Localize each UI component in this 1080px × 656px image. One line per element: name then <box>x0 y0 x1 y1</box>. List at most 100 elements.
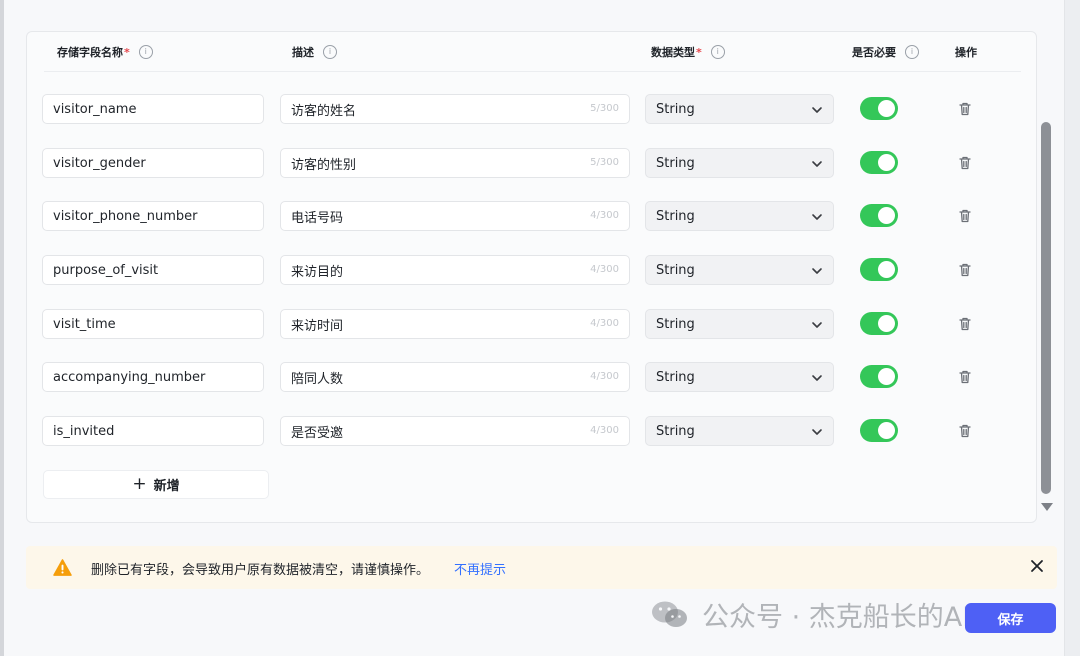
table-row: 5/300 String <box>27 94 1036 126</box>
warning-notice: 删除已有字段，会导致用户原有数据被清空，请谨慎操作。 不再提示 <box>26 546 1057 589</box>
field-name-input[interactable] <box>42 255 264 285</box>
table-header: 存储字段名称 * i 描述 i 数据类型 * i 是否必要 i 操作 <box>27 32 1036 72</box>
fields-table: 存储字段名称 * i 描述 i 数据类型 * i 是否必要 i 操作 visit… <box>26 31 1037 523</box>
header-actions: 操作 <box>955 44 977 60</box>
table-row: 4/300 String <box>27 416 1036 448</box>
table-row: 5/300 String <box>27 148 1036 180</box>
toggle-knob <box>878 368 895 385</box>
chevron-down-icon <box>812 107 822 113</box>
table-row: 4/300 String <box>27 201 1036 233</box>
close-icon[interactable] <box>1030 559 1044 573</box>
description-field: 4/300 <box>280 309 630 339</box>
header-field-name-label: 存储字段名称 <box>57 46 123 59</box>
add-field-label: 新增 <box>153 479 180 494</box>
warning-text: 删除已有字段，会导致用户原有数据被清空，请谨慎操作。 <box>91 563 430 578</box>
data-type-select[interactable]: String <box>645 201 834 231</box>
data-type-value: String <box>656 262 695 278</box>
char-counter: 4/300 <box>590 371 619 382</box>
data-type-select[interactable]: String <box>645 148 834 178</box>
scroll-down-arrow-icon[interactable] <box>1041 503 1053 511</box>
chevron-down-icon <box>812 375 822 381</box>
char-counter: 4/300 <box>590 425 619 436</box>
char-counter: 4/300 <box>590 264 619 275</box>
add-field-button[interactable]: + 新增 <box>43 470 269 499</box>
description-field: 4/300 <box>280 362 630 392</box>
warning-icon <box>53 559 72 576</box>
field-name-input[interactable] <box>42 309 264 339</box>
info-icon[interactable]: i <box>138 45 153 59</box>
description-input[interactable] <box>281 149 591 177</box>
chevron-down-icon <box>812 322 822 328</box>
field-name-input[interactable] <box>42 416 264 446</box>
data-type-value: String <box>656 316 695 332</box>
field-name-input[interactable] <box>42 148 264 178</box>
trash-icon[interactable] <box>957 101 973 117</box>
plus-icon: + <box>132 473 147 494</box>
required-toggle[interactable] <box>860 204 898 227</box>
watermark: 公众号 · 杰克船长的AIGC <box>650 597 1010 633</box>
field-name-input[interactable] <box>42 201 264 231</box>
chevron-down-icon <box>812 268 822 274</box>
field-name-input[interactable] <box>42 362 264 392</box>
data-type-select[interactable]: String <box>645 416 834 446</box>
toggle-knob <box>878 100 895 117</box>
header-field-name: 存储字段名称 * i <box>57 44 153 60</box>
description-field: 4/300 <box>280 416 630 446</box>
save-button[interactable]: 保存 <box>965 603 1056 633</box>
header-description-label: 描述 <box>292 46 314 59</box>
chevron-down-icon <box>812 214 822 220</box>
description-field: 5/300 <box>280 94 630 124</box>
info-icon[interactable]: i <box>710 45 725 59</box>
toggle-knob <box>878 315 895 332</box>
char-counter: 5/300 <box>590 103 619 114</box>
description-input[interactable] <box>281 310 591 338</box>
description-field: 5/300 <box>280 148 630 178</box>
data-type-select[interactable]: String <box>645 309 834 339</box>
chevron-down-icon <box>812 429 822 435</box>
trash-icon[interactable] <box>957 423 973 439</box>
description-field: 4/300 <box>280 201 630 231</box>
char-counter: 4/300 <box>590 210 619 221</box>
header-description: 描述 i <box>292 44 337 60</box>
trash-icon[interactable] <box>957 369 973 385</box>
info-icon[interactable]: i <box>323 45 337 59</box>
description-input[interactable] <box>281 95 591 123</box>
trash-icon[interactable] <box>957 155 973 171</box>
required-toggle[interactable] <box>860 419 898 442</box>
required-asterisk: * <box>124 45 130 59</box>
data-type-value: String <box>656 369 695 385</box>
description-input[interactable] <box>281 256 591 284</box>
header-divider <box>44 71 1021 72</box>
header-actions-label: 操作 <box>955 46 977 59</box>
required-toggle[interactable] <box>860 97 898 120</box>
toggle-knob <box>878 422 895 439</box>
header-required: 是否必要 i <box>852 44 919 60</box>
data-type-select[interactable]: String <box>645 94 834 124</box>
info-icon[interactable]: i <box>905 45 919 59</box>
table-row: 4/300 String <box>27 255 1036 287</box>
description-input[interactable] <box>281 417 591 445</box>
trash-icon[interactable] <box>957 262 973 278</box>
char-counter: 5/300 <box>590 157 619 168</box>
description-field: 4/300 <box>280 255 630 285</box>
data-type-value: String <box>656 101 695 117</box>
toggle-knob <box>878 154 895 171</box>
header-data-type-label: 数据类型 <box>651 46 695 59</box>
field-name-input[interactable] <box>42 94 264 124</box>
required-toggle[interactable] <box>860 258 898 281</box>
trash-icon[interactable] <box>957 208 973 224</box>
required-toggle[interactable] <box>860 365 898 388</box>
required-asterisk: * <box>696 45 702 59</box>
required-toggle[interactable] <box>860 151 898 174</box>
trash-icon[interactable] <box>957 316 973 332</box>
data-type-select[interactable]: String <box>645 362 834 392</box>
data-type-select[interactable]: String <box>645 255 834 285</box>
dont-show-again-link[interactable]: 不再提示 <box>454 559 506 578</box>
scrollbar-thumb[interactable] <box>1041 122 1051 494</box>
data-type-value: String <box>656 155 695 171</box>
description-input[interactable] <box>281 202 591 230</box>
toggle-knob <box>878 261 895 278</box>
description-input[interactable] <box>281 363 591 391</box>
data-type-value: String <box>656 208 695 224</box>
required-toggle[interactable] <box>860 312 898 335</box>
